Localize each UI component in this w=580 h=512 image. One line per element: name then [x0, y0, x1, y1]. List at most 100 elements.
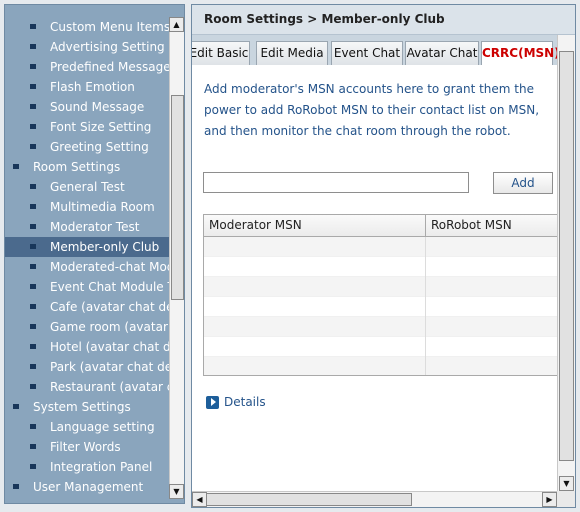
column-header-rorobot-msn[interactable]: RoRobot MSN: [426, 215, 557, 237]
arrow-right-icon: ▶: [546, 494, 553, 504]
bullet-icon: [30, 464, 36, 469]
sidebar-item-label: Hotel (avatar chat demo): [50, 340, 169, 354]
scroll-down-button[interactable]: ▼: [169, 484, 184, 499]
msn-account-input[interactable]: [203, 172, 469, 193]
play-arrow-icon: [206, 395, 219, 409]
bullet-icon: [30, 264, 36, 269]
sidebar-item-label: Flash Emotion: [50, 80, 135, 94]
sidebar-item-label: Moderated-chat Module: [50, 260, 169, 274]
content-vertical-scrollbar[interactable]: ▼: [557, 35, 575, 491]
arrow-left-icon: ◀: [196, 494, 203, 504]
sidebar-item-sound-message[interactable]: Sound Message: [5, 97, 169, 117]
bullet-icon: [13, 484, 19, 489]
bullet-icon: [30, 24, 36, 29]
bullet-icon: [30, 384, 36, 389]
tab-edit-media[interactable]: Edit Media: [256, 41, 328, 65]
sidebar-item-predefined-message[interactable]: Predefined Message: [5, 57, 169, 77]
bullet-icon: [30, 144, 36, 149]
add-button[interactable]: Add: [493, 172, 553, 194]
main-panel: Room Settings > Member-only Club Edit Ba…: [191, 4, 576, 508]
sidebar-item-hotel-avatar-chat-demo[interactable]: Hotel (avatar chat demo): [5, 337, 169, 357]
sidebar-item-language-setting[interactable]: Language setting: [5, 417, 169, 437]
sidebar-item-event-chat-module-test[interactable]: Event Chat Module Test: [5, 277, 169, 297]
details-label: Details: [224, 395, 266, 409]
bullet-icon: [30, 424, 36, 429]
table-row: [204, 257, 557, 277]
sidebar-item-font-size-setting[interactable]: Font Size Setting: [5, 117, 169, 137]
scroll-down-button[interactable]: ▼: [559, 476, 574, 491]
bullet-icon: [30, 344, 36, 349]
sidebar-item-advertising-setting[interactable]: Advertising Setting: [5, 37, 169, 57]
table-header: Moderator MSN RoRobot MSN: [204, 215, 557, 237]
arrow-down-icon: ▼: [563, 478, 570, 488]
sidebar-item-member-only-club[interactable]: Member-only Club: [5, 237, 169, 257]
tab-edit-basic[interactable]: Edit Basic: [192, 41, 250, 65]
sidebar-item-room-settings[interactable]: Room Settings: [5, 157, 169, 177]
intro-text: Add moderator's MSN accounts here to gra…: [204, 82, 540, 138]
sidebar-item-label: Filter Words: [50, 440, 121, 454]
table-row: [204, 357, 557, 375]
tab-event-chat[interactable]: Event Chat: [331, 41, 403, 65]
sidebar-item-game-room-avatar-chat[interactable]: Game room (avatar chat): [5, 317, 169, 337]
sidebar: Custom Menu Items Advertising Setting Pred…: [4, 4, 185, 504]
sidebar-item-label: Sound Message: [50, 100, 145, 114]
sidebar-item-label: Event Chat Module Test: [50, 280, 169, 294]
tab-bar: Edit Basic Edit Media Event Chat Avatar …: [192, 35, 557, 65]
horizontal-scroll-thumb[interactable]: [206, 493, 412, 506]
navigation-tree: Custom Menu Items Advertising Setting Pred…: [5, 17, 169, 497]
sidebar-item-label: Room Settings: [33, 160, 121, 174]
bullet-icon: [30, 124, 36, 129]
sidebar-scroll-thumb[interactable]: [171, 95, 184, 300]
sidebar-item-system-settings[interactable]: System Settings: [5, 397, 169, 417]
column-header-moderator-msn[interactable]: Moderator MSN: [204, 215, 426, 237]
bullet-icon: [30, 104, 36, 109]
sidebar-item-filter-words[interactable]: Filter Words: [5, 437, 169, 457]
bullet-icon: [30, 284, 36, 289]
sidebar-item-label: Integration Panel: [50, 460, 153, 474]
sidebar-item-moderated-chat-module[interactable]: Moderated-chat Module: [5, 257, 169, 277]
details-link[interactable]: Details: [206, 394, 266, 410]
page-title: Room Settings > Member-only Club: [192, 5, 575, 35]
sidebar-item-label: Font Size Setting: [50, 120, 152, 134]
content-horizontal-scrollbar[interactable]: ◀ ▶: [192, 491, 557, 507]
table-row: [204, 237, 557, 257]
sidebar-item-label: Language setting: [50, 420, 155, 434]
bullet-icon: [30, 304, 36, 309]
sidebar-item-label: Predefined Message: [50, 60, 169, 74]
sidebar-item-integration-panel[interactable]: Integration Panel: [5, 457, 169, 477]
sidebar-item-moderator-test[interactable]: Moderator Test: [5, 217, 169, 237]
sidebar-item-label: Greeting Setting: [50, 140, 149, 154]
tab-crrc-msn[interactable]: CRRC(MSN): [481, 41, 557, 65]
sidebar-item-label: Cafe (avatar chat demo): [50, 300, 169, 314]
scroll-up-button[interactable]: ▲: [169, 17, 184, 32]
sidebar-item-custom-menu-items[interactable]: Custom Menu Items: [5, 17, 169, 37]
sidebar-item-user-management[interactable]: User Management: [5, 477, 169, 497]
bullet-icon: [13, 164, 19, 169]
sidebar-item-label: Custom Menu Items: [50, 20, 169, 34]
sidebar-item-label: Park (avatar chat demo): [50, 360, 169, 374]
scroll-right-button[interactable]: ▶: [542, 492, 557, 507]
scrollbar-corner: [557, 491, 575, 507]
sidebar-item-restaurant-avatar-chat[interactable]: Restaurant (avatar chat): [5, 377, 169, 397]
sidebar-item-flash-emotion[interactable]: Flash Emotion: [5, 77, 169, 97]
table-row: [204, 337, 557, 357]
vertical-scroll-thumb[interactable]: [559, 51, 574, 461]
sidebar-item-label: General Test: [50, 180, 125, 194]
bullet-icon: [30, 84, 36, 89]
table-row: [204, 277, 557, 297]
sidebar-item-greeting-setting[interactable]: Greeting Setting: [5, 137, 169, 157]
tab-avatar-chat[interactable]: Avatar Chat: [405, 41, 479, 65]
sidebar-item-multimedia-room[interactable]: Multimedia Room: [5, 197, 169, 217]
sidebar-item-label: System Settings: [33, 400, 131, 414]
sidebar-item-cafe-avatar-chat-demo[interactable]: Cafe (avatar chat demo): [5, 297, 169, 317]
sidebar-item-general-test[interactable]: General Test: [5, 177, 169, 197]
sidebar-item-label: Multimedia Room: [50, 200, 155, 214]
moderator-msn-table: Moderator MSN RoRobot MSN: [203, 214, 557, 376]
scroll-left-button[interactable]: ◀: [192, 492, 207, 507]
bullet-icon: [30, 204, 36, 209]
table-row: [204, 297, 557, 317]
sidebar-item-park-avatar-chat-demo[interactable]: Park (avatar chat demo): [5, 357, 169, 377]
sidebar-scrollbar[interactable]: ▲ ▼: [169, 17, 184, 499]
sidebar-item-label: Advertising Setting: [50, 40, 165, 54]
bullet-icon: [30, 364, 36, 369]
